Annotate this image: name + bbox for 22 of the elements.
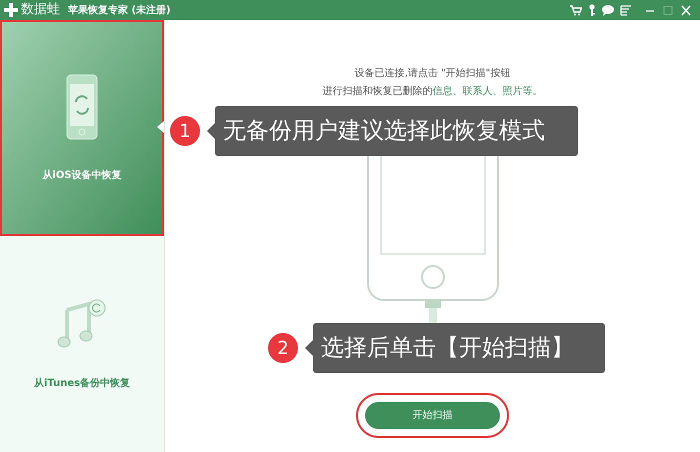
logo-text: 数据蛙 <box>21 1 60 20</box>
list-icon[interactable] <box>620 4 632 16</box>
step-number-badge: 1 <box>170 116 200 146</box>
callout-text: 选择后单击【开始扫描】 <box>313 323 605 373</box>
plus-logo-icon <box>4 3 18 17</box>
sidebar-label: 从iTunes备份中恢复 <box>34 376 130 390</box>
phone-refresh-icon <box>66 74 98 140</box>
sidebar-item[interactable]: 从iOS设备中恢复 <box>0 20 164 236</box>
sidebar-item[interactable]: 从iTunes备份中恢复 <box>0 236 164 452</box>
callout-text: 无备份用户建议选择此恢复模式 <box>215 106 578 156</box>
key-icon[interactable] <box>588 4 596 16</box>
step-number-badge: 2 <box>268 333 298 363</box>
instruction-text: 进行扫描和恢复已删除的 <box>322 84 432 99</box>
instruction-text: 设备已连接,请点击 "开始扫描"按钮 <box>354 66 510 81</box>
close-icon[interactable] <box>680 4 692 16</box>
pointer-icon <box>157 121 164 133</box>
cart-icon[interactable] <box>570 4 582 16</box>
sidebar-label: 从iOS设备中恢复 <box>42 168 122 182</box>
window-title: 苹果恢复专家 (未注册) <box>68 3 171 18</box>
start-scan-button[interactable]: 开始扫描 <box>365 402 500 429</box>
music-note-icon <box>57 298 107 348</box>
chat-icon[interactable] <box>602 4 614 16</box>
